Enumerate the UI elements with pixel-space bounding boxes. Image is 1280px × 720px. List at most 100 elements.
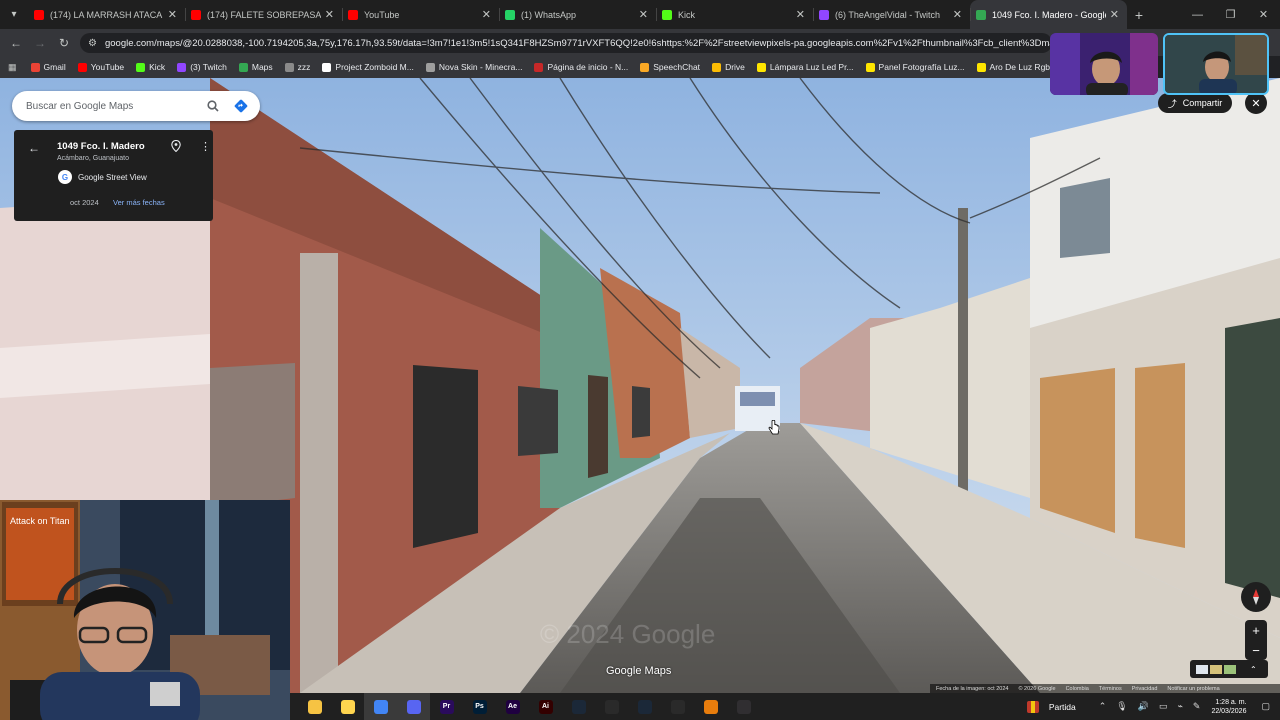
chrome-icon-glyph xyxy=(373,699,388,714)
more-dates-link[interactable]: Ver más fechas xyxy=(113,198,165,207)
zoom-in-icon[interactable]: + xyxy=(1252,623,1260,638)
notifications-icon[interactable]: ▢ xyxy=(1261,701,1270,712)
compass-icon[interactable] xyxy=(1241,582,1271,612)
photoshop-icon[interactable]: Ps xyxy=(463,693,496,720)
window-controls: — ❐ ✕ xyxy=(1181,0,1280,29)
thumbnail-image[interactable] xyxy=(1224,664,1236,674)
chrome-icon[interactable] xyxy=(364,693,397,720)
close-tab-icon[interactable]: ✕ xyxy=(482,8,491,21)
imagery-thumbnails[interactable]: ⌃ xyxy=(1190,660,1268,678)
capture-date: oct 2024 xyxy=(70,198,99,207)
close-tab-icon[interactable]: ✕ xyxy=(796,8,805,21)
clock-date: 22/03/2026 xyxy=(1211,707,1247,715)
file-explorer-icon[interactable] xyxy=(298,693,331,720)
bookmark-item[interactable]: Maps xyxy=(238,62,273,72)
back-icon[interactable]: ← xyxy=(4,36,28,50)
search-icon[interactable] xyxy=(202,95,224,117)
chevron-up-icon[interactable]: ⌃ xyxy=(1099,701,1107,712)
browser-tab[interactable]: (174) LA MARRASH ATACA FRA ✕ xyxy=(28,0,185,29)
network-icon[interactable]: ⌁ xyxy=(1177,701,1182,712)
thumbnail-image[interactable] xyxy=(1196,664,1208,674)
reload-icon[interactable]: ↻ xyxy=(52,36,76,50)
browser-tab[interactable]: Kick ✕ xyxy=(656,0,813,29)
google-logo-icon: G xyxy=(58,170,72,184)
tab-favicon-icon xyxy=(505,9,515,20)
obs-icon[interactable] xyxy=(727,693,760,720)
footer-link[interactable]: Notificar un problema xyxy=(1167,686,1219,692)
browser-tab[interactable]: (6) TheAngelVidal - Twitch ✕ xyxy=(813,0,970,29)
address-bar[interactable]: ⚙ google.com/maps/@20.0288038,-100.71942… xyxy=(80,33,1052,53)
back-arrow-icon[interactable]: ← xyxy=(28,141,40,155)
browser-tab[interactable]: 1049 Fco. I. Madero - Google M ✕ xyxy=(970,0,1127,29)
minimize-icon[interactable]: — xyxy=(1181,0,1214,29)
bookmark-item[interactable]: Gmail xyxy=(30,62,66,72)
bookmark-item[interactable]: YouTube xyxy=(77,62,124,72)
location-pin-icon[interactable] xyxy=(171,139,181,155)
tab-favicon-icon xyxy=(819,9,829,20)
steam-icon[interactable] xyxy=(562,693,595,720)
close-street-view-icon[interactable]: ✕ xyxy=(1245,92,1267,114)
maps-search-box[interactable] xyxy=(12,91,260,121)
illustrator-icon[interactable]: Ai xyxy=(529,693,562,720)
expand-up-icon[interactable]: ⌃ xyxy=(1250,665,1262,674)
bookmark-item[interactable]: Nova Skin - Minecra... xyxy=(425,62,522,72)
premiere-icon[interactable]: Pr xyxy=(430,693,463,720)
display-icon[interactable]: ▭ xyxy=(1159,701,1168,712)
file-explorer-icon-glyph xyxy=(307,699,322,714)
bookmark-item[interactable]: Panel Fotografía Luz... xyxy=(865,62,965,72)
browser-tab[interactable]: (174) FALETE SOBREPASA TODO ✕ xyxy=(185,0,342,29)
bookmark-item[interactable]: SpeechChat xyxy=(640,62,700,72)
discord-icon[interactable] xyxy=(397,693,430,720)
bookmark-item[interactable]: Project Zomboid M... xyxy=(322,62,414,72)
tab-title: (1) WhatsApp xyxy=(521,9,577,20)
tab-search-icon[interactable]: ▾ xyxy=(0,0,28,29)
epic-games-icon[interactable] xyxy=(595,693,628,720)
epic-games-alt-icon[interactable] xyxy=(661,693,694,720)
webcam-overlay-host xyxy=(1163,33,1269,95)
blender-icon[interactable] xyxy=(694,693,727,720)
notepad-icon[interactable] xyxy=(331,693,364,720)
bookmark-item[interactable]: Aro De Luz Rgb Led... xyxy=(976,62,1050,72)
maps-search-input[interactable] xyxy=(26,100,196,112)
clock[interactable]: 1:28 a. m. 22/03/2026 xyxy=(1211,698,1246,716)
footer-link[interactable]: © 2026 Google xyxy=(1018,686,1055,692)
close-tab-icon[interactable]: ✕ xyxy=(168,8,177,21)
footer-link[interactable]: Términos xyxy=(1099,686,1122,692)
close-tab-icon[interactable]: ✕ xyxy=(953,8,962,21)
bookmarks-bar: ▦ Gmail YouTube Kick (3) Twitch Maps zzz Proje… xyxy=(0,56,1050,78)
bookmark-item[interactable]: zzz xyxy=(284,62,310,72)
close-window-icon[interactable]: ✕ xyxy=(1247,0,1280,29)
zoom-out-icon[interactable]: − xyxy=(1252,643,1260,658)
close-tab-icon[interactable]: ✕ xyxy=(325,8,334,21)
tab-title: YouTube xyxy=(364,9,400,20)
svg-text:© 2024 Google: © 2024 Google xyxy=(540,619,715,649)
footer-link[interactable]: Privacidad xyxy=(1132,686,1158,692)
bookmark-item[interactable]: Drive xyxy=(712,62,745,72)
steam-alt-icon[interactable] xyxy=(628,693,661,720)
browser-tab[interactable]: (1) WhatsApp ✕ xyxy=(499,0,656,29)
volume-icon[interactable]: 🔊 xyxy=(1138,701,1149,712)
bookmark-item[interactable]: Kick xyxy=(136,62,165,72)
close-tab-icon[interactable]: ✕ xyxy=(1110,8,1119,21)
pen-icon[interactable]: ✎ xyxy=(1193,701,1201,712)
bookmark-item[interactable]: (3) Twitch xyxy=(177,62,227,72)
apps-grid-icon[interactable]: ▦ xyxy=(8,62,17,73)
game-status[interactable]: Partida xyxy=(1026,700,1076,713)
bookmark-item[interactable]: Página de inicio - N... xyxy=(534,62,628,72)
restore-icon[interactable]: ❐ xyxy=(1214,0,1247,29)
browser-tab[interactable]: YouTube ✕ xyxy=(342,0,499,29)
more-options-icon[interactable]: ⋮ xyxy=(200,140,211,153)
after-effects-icon[interactable]: Ae xyxy=(496,693,529,720)
site-info-icon[interactable]: ⚙ xyxy=(88,38,97,49)
share-button[interactable]: ⤴ Compartir xyxy=(1158,93,1232,113)
directions-icon[interactable] xyxy=(230,95,252,117)
footer-link[interactable]: Colombia xyxy=(1066,686,1089,692)
close-tab-icon[interactable]: ✕ xyxy=(639,8,648,21)
forward-icon[interactable]: → xyxy=(28,36,52,50)
bookmark-item[interactable]: Lámpara Luz Led Pr... xyxy=(756,62,854,72)
microphone-icon[interactable]: 🎙 xyxy=(1116,701,1127,712)
thumbnail-image[interactable] xyxy=(1210,664,1222,674)
new-tab-button[interactable]: + xyxy=(1127,7,1151,23)
bookmark-label: SpeechChat xyxy=(653,62,701,72)
game-status-label: Partida xyxy=(1048,701,1076,712)
